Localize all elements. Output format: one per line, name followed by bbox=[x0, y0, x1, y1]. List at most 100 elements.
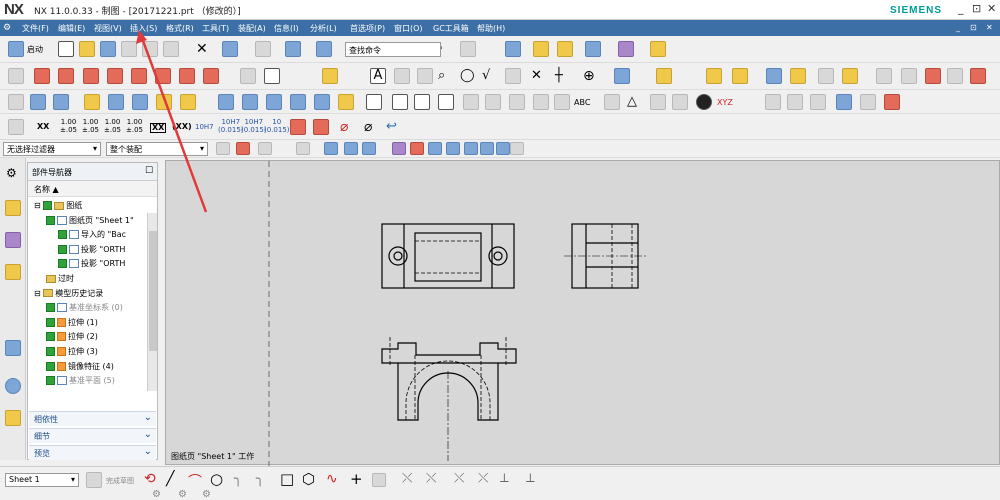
menu-assembly[interactable]: 装配(A) bbox=[238, 23, 266, 34]
note-2-icon[interactable] bbox=[810, 94, 826, 110]
checkbox-icon[interactable] bbox=[58, 230, 67, 240]
frame-2-icon[interactable] bbox=[787, 94, 803, 110]
snap-center-icon[interactable] bbox=[446, 142, 460, 155]
navigator-scrollbar[interactable] bbox=[147, 213, 157, 391]
profile-icon[interactable]: ⟲ bbox=[144, 471, 156, 487]
top-view[interactable] bbox=[381, 223, 515, 289]
dimension-frame-icon[interactable] bbox=[8, 119, 24, 135]
view-boundary-icon[interactable] bbox=[264, 68, 280, 84]
tree-node[interactable]: 投影 "ORTH bbox=[58, 243, 125, 257]
leader-icon[interactable] bbox=[394, 68, 410, 84]
cursor-icon[interactable] bbox=[258, 142, 272, 155]
menu-view[interactable]: 视图(V) bbox=[94, 23, 122, 34]
wave-icon[interactable] bbox=[884, 94, 900, 110]
snap-perp-icon[interactable] bbox=[428, 142, 442, 155]
text-abc-icon[interactable]: ABC bbox=[574, 99, 590, 107]
note-icon[interactable]: A bbox=[370, 68, 386, 84]
view-icon[interactable] bbox=[240, 68, 256, 84]
surface-finish-icon[interactable] bbox=[706, 68, 722, 84]
minimize-button[interactable]: _ bbox=[958, 2, 964, 15]
checkbox-icon[interactable] bbox=[46, 215, 55, 225]
checkbox-icon[interactable] bbox=[46, 376, 55, 386]
open-folder-icon[interactable] bbox=[79, 41, 95, 57]
snap-icon[interactable] bbox=[533, 41, 549, 57]
sheet-icon[interactable] bbox=[8, 68, 24, 84]
precision-xx[interactable]: XX bbox=[37, 123, 49, 131]
snap-mid-icon[interactable] bbox=[362, 142, 376, 155]
table-grid-icon[interactable] bbox=[218, 94, 234, 110]
folder-tool-icon[interactable] bbox=[338, 94, 354, 110]
tree-node[interactable]: 镜像特征 (4) bbox=[46, 360, 114, 374]
more-tools-icon[interactable]: ⚙ bbox=[152, 489, 161, 500]
layer-stack-2-icon[interactable] bbox=[53, 94, 69, 110]
bracket-icon[interactable] bbox=[366, 94, 382, 110]
snap-point-icon[interactable] bbox=[324, 142, 338, 155]
offset-curve-icon[interactable] bbox=[372, 473, 386, 487]
hand-icon[interactable] bbox=[108, 94, 124, 110]
menu-preferences[interactable]: 首选项(P) bbox=[350, 23, 385, 34]
point-icon[interactable] bbox=[557, 41, 573, 57]
image-icon[interactable] bbox=[614, 68, 630, 84]
list-icon[interactable] bbox=[290, 94, 306, 110]
return-arrow-icon[interactable]: ↩ bbox=[386, 119, 402, 135]
box-3-icon[interactable] bbox=[438, 94, 454, 110]
sheet-select[interactable]: Sheet 1 bbox=[5, 473, 79, 487]
fit-10h7-tol-2[interactable]: 10H7 (0.015) bbox=[241, 118, 267, 134]
flag-icon[interactable] bbox=[836, 94, 852, 110]
zoom-icon[interactable]: ⌕ bbox=[438, 68, 454, 84]
spline-icon[interactable]: ∿ bbox=[326, 471, 338, 487]
dashed-frame-icon[interactable] bbox=[463, 94, 479, 110]
expand-icon[interactable]: ⊟ bbox=[34, 289, 43, 298]
layer-stack-icon[interactable] bbox=[30, 94, 46, 110]
history-clock-icon[interactable] bbox=[5, 378, 21, 394]
cut-icon[interactable] bbox=[121, 41, 137, 57]
diameter-2-icon[interactable]: ⌀ bbox=[364, 119, 380, 135]
front-view[interactable] bbox=[381, 337, 517, 461]
section-details[interactable]: 细节 bbox=[29, 428, 156, 443]
selection-filter-select[interactable]: 无选择过滤器 bbox=[3, 142, 101, 156]
sketch-circle-icon[interactable]: ○ bbox=[210, 470, 223, 488]
finish-sketch-icon[interactable] bbox=[86, 472, 102, 488]
tree-node[interactable]: 图纸页 "Sheet 1" bbox=[46, 214, 134, 228]
menu-insert[interactable]: 插入(S) bbox=[130, 23, 157, 34]
drawing-canvas[interactable]: 图纸页 "Sheet 1" 工作 bbox=[165, 160, 1000, 466]
menu-tools[interactable]: 工具(T) bbox=[202, 23, 229, 34]
cross-icon[interactable]: ✕ bbox=[531, 68, 547, 84]
crosshatch-icon[interactable] bbox=[604, 94, 620, 110]
quick-access-icon[interactable]: ⚙ bbox=[3, 23, 11, 33]
precision-box-xx[interactable]: XX bbox=[150, 123, 167, 133]
tree-node[interactable]: 基准平面 (5) bbox=[46, 374, 115, 388]
menu-file[interactable]: 文件(F) bbox=[22, 23, 49, 34]
tree-node[interactable]: 拉伸 (1) bbox=[46, 316, 98, 330]
stack-icon[interactable] bbox=[242, 94, 258, 110]
intersection-icon[interactable]: ┼ bbox=[555, 68, 571, 84]
assembly-navigator-icon[interactable] bbox=[5, 232, 21, 248]
tree-node[interactable]: 拉伸 (2) bbox=[46, 330, 98, 344]
tolerance-3[interactable]: 1.00 ±.05 bbox=[104, 118, 121, 134]
datum-target-icon[interactable] bbox=[696, 94, 712, 110]
table-icon[interactable] bbox=[876, 68, 892, 84]
menu-analysis[interactable]: 分析(L) bbox=[310, 23, 337, 34]
tolerance-4[interactable]: 1.00 ±.05 bbox=[126, 118, 143, 134]
checkbox-icon[interactable] bbox=[58, 259, 67, 269]
filter-icon[interactable] bbox=[216, 142, 230, 155]
finish-sketch-label[interactable]: 完成草图 bbox=[106, 476, 134, 486]
maximize-panel-icon[interactable]: ☐ bbox=[145, 166, 153, 176]
extend-icon[interactable]: ⤬ bbox=[426, 471, 436, 486]
parts-list-icon[interactable] bbox=[901, 68, 917, 84]
grid-icon[interactable] bbox=[618, 41, 634, 57]
shape-icon[interactable] bbox=[818, 68, 834, 84]
restore-button[interactable]: ⊡ bbox=[972, 2, 981, 15]
expand-icon[interactable]: ⊟ bbox=[34, 201, 43, 210]
line-icon[interactable] bbox=[505, 68, 521, 84]
menu-format[interactable]: 格式(R) bbox=[166, 23, 194, 34]
sketch-arc-icon[interactable]: ⌒ bbox=[188, 471, 202, 491]
text-style-icon[interactable] bbox=[766, 68, 782, 84]
tool-icon[interactable] bbox=[132, 94, 148, 110]
chamfer-icon[interactable]: ╮ bbox=[256, 471, 264, 487]
tree-node[interactable]: 过时 bbox=[46, 272, 74, 286]
new-file-icon[interactable] bbox=[58, 41, 74, 57]
fit-10h7[interactable]: 10H7 bbox=[195, 123, 214, 131]
model-icon[interactable] bbox=[505, 41, 521, 57]
symbol-icon[interactable] bbox=[732, 68, 748, 84]
